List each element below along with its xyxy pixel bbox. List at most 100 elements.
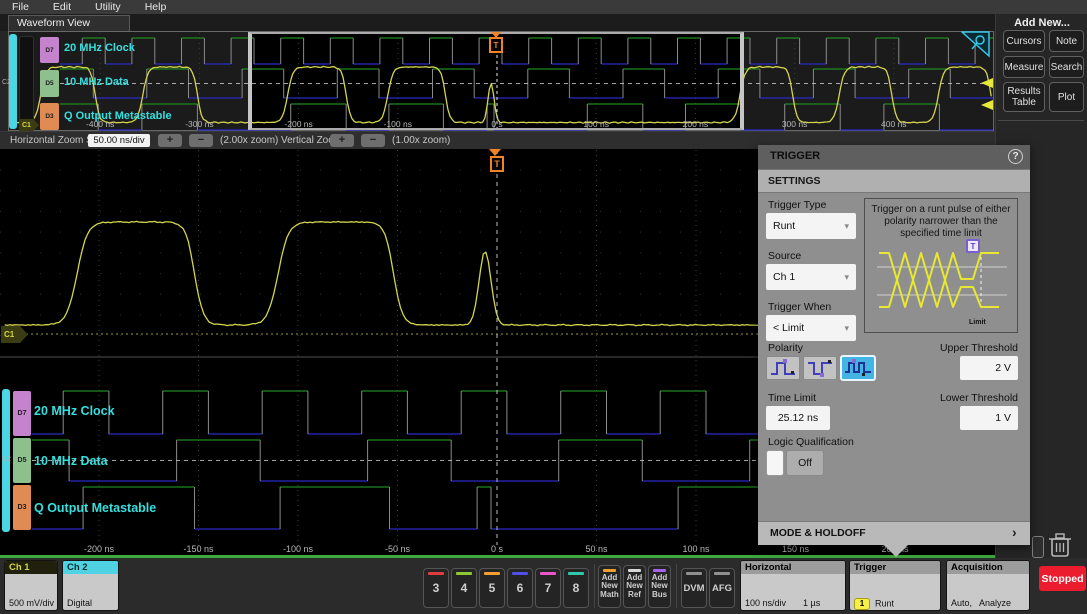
note-button[interactable]: Note — [1049, 30, 1084, 52]
plot-button[interactable]: Plot — [1049, 82, 1084, 112]
mode-holdoff-section[interactable]: MODE & HOLDOFF › — [758, 521, 1030, 545]
time-limit-field[interactable]: 25.12 ns — [766, 406, 830, 430]
lower-threshold-field[interactable]: 1 V — [960, 406, 1018, 430]
add-new-bus-button[interactable]: Add New Bus — [648, 565, 671, 608]
zoom-mode-button[interactable] — [1032, 536, 1044, 558]
search-button[interactable]: Search — [1049, 56, 1084, 78]
panel-divider — [998, 120, 1084, 121]
main-d7-badge[interactable]: D7 — [13, 391, 31, 436]
ch2-badge[interactable]: Ch 2 Digital : 2 V — [62, 560, 119, 611]
tab-bar: Waveform View — [0, 14, 995, 31]
main-d7-label: 20 MHz Clock — [34, 404, 115, 418]
channel-4-button[interactable]: 4 — [451, 568, 477, 608]
overview-d7-badge[interactable]: D7 — [40, 37, 59, 63]
horizontal-duration: 1 µs — [803, 598, 821, 609]
lower-threshold-arrow-icon[interactable] — [981, 100, 993, 110]
vertical-zoom-factor: (1.00x zoom) — [392, 135, 451, 146]
time-limit-label: Time Limit — [768, 392, 817, 404]
horizontal-zoom-minus-button[interactable]: − — [189, 134, 213, 147]
afg-button[interactable]: AFG — [709, 568, 735, 608]
logic-off-button[interactable]: Off — [786, 450, 824, 476]
measure-button[interactable]: Measure — [1003, 56, 1045, 78]
logic-toggle-slider[interactable] — [766, 450, 784, 476]
upper-threshold-arrow-icon[interactable] — [981, 78, 993, 88]
diagram-limit-label: Limit — [969, 319, 986, 326]
acquisition-badge[interactable]: Acquisition Auto, Analyze High Res: 13 b… — [946, 560, 1030, 611]
dvm-button[interactable]: DVM — [681, 568, 707, 608]
overview-c2-marker[interactable]: C2 — [2, 79, 11, 86]
trigger-badge[interactable]: Trigger 1 Runt < 25.12 ns U: 2 V L: 1 V — [849, 560, 941, 611]
overview-d3-badge[interactable]: D3 — [40, 103, 59, 130]
overview-d7-label: 20 MHz Clock — [64, 42, 135, 54]
tab-waveform-view[interactable]: Waveform View — [8, 15, 130, 31]
horizontal-badge[interactable]: Horizontal 100 ns/div1 µs SR: 1.25 GS/s8… — [740, 560, 846, 611]
add-new-math-button[interactable]: Add New Math — [598, 565, 621, 608]
vertical-zoom-plus-button[interactable]: + — [330, 134, 354, 147]
upper-threshold-label: Upper Threshold — [939, 342, 1018, 354]
cursors-button[interactable]: Cursors — [1003, 30, 1045, 52]
main-trigger-flag-icon[interactable]: T — [490, 156, 504, 172]
ch1-badge[interactable]: Ch 1 500 mV/div DS 500 MHz — [4, 560, 58, 611]
logic-qualification-label: Logic Qualification — [768, 436, 854, 448]
ch1-scale: 500 mV/div — [9, 598, 55, 609]
toolbar-divider — [676, 564, 677, 608]
menu-file[interactable]: File — [12, 1, 29, 13]
polarity-label: Polarity — [768, 342, 804, 354]
source-dropdown[interactable]: Ch 1 ▾ — [766, 264, 856, 290]
ch2-type: Digital — [67, 598, 93, 609]
overview-trigger-flag-icon[interactable]: T — [489, 37, 503, 53]
trigger-help-infobox: Trigger on a runt pulse of either polari… — [864, 198, 1018, 333]
channel-3-color — [428, 572, 444, 575]
math-color — [603, 569, 616, 572]
add-new-title: Add New... — [1014, 17, 1070, 29]
trigger-when-dropdown[interactable]: < Limit ▾ — [766, 315, 856, 341]
polarity-positive-button[interactable] — [766, 356, 800, 380]
trigger-when-label: Trigger When — [768, 301, 832, 313]
channel-3-button[interactable]: 3 — [423, 568, 449, 608]
trash-icon[interactable] — [1045, 531, 1075, 559]
menu-utility[interactable]: Utility — [95, 1, 121, 13]
bottom-status-bar: Ch 1 500 mV/div DS 500 MHz Ch 2 Digital … — [0, 558, 1087, 614]
channel-4-color — [456, 572, 472, 575]
vertical-zoom-minus-button[interactable]: − — [361, 134, 385, 147]
help-icon[interactable]: ? — [1008, 149, 1023, 164]
trigger-panel-header[interactable]: TRIGGER ? — [758, 145, 1030, 169]
results-table-button[interactable]: Results Table — [1003, 82, 1045, 112]
stopped-button[interactable]: Stopped — [1039, 566, 1086, 591]
main-d5-label: 10 MHz Data — [34, 454, 108, 468]
acquisition-mode: Auto, Analyze — [951, 598, 1012, 609]
upper-threshold-field[interactable]: 2 V — [960, 356, 1018, 380]
channel-7-label: 7 — [544, 581, 552, 595]
menu-edit[interactable]: Edit — [53, 1, 71, 13]
channel-7-button[interactable]: 7 — [535, 568, 561, 608]
channel-6-color — [512, 572, 528, 575]
horizontal-zoom-plus-button[interactable]: + — [158, 134, 182, 147]
channel-6-button[interactable]: 6 — [507, 568, 533, 608]
trigger-type-label: Trigger Type — [768, 199, 827, 211]
main-trigger-arrow-icon[interactable] — [489, 149, 501, 156]
main-d3-label: Q Output Metastable — [34, 501, 157, 515]
toolbar-divider — [594, 564, 595, 608]
main-d5-badge[interactable]: D5 — [13, 438, 31, 483]
trigger-type-dropdown[interactable]: Runt ▾ — [766, 213, 856, 239]
channel-5-button[interactable]: 5 — [479, 568, 505, 608]
add-new-ref-button[interactable]: Add New Ref — [623, 565, 646, 608]
draw-zoom-icon[interactable] — [961, 31, 991, 58]
trigger-type-value: Runt — [773, 220, 796, 232]
polarity-either-button[interactable] — [840, 355, 876, 381]
menu-help[interactable]: Help — [145, 1, 167, 13]
polarity-negative-button[interactable] — [803, 356, 837, 380]
ch1-badge-title: Ch 1 — [5, 561, 57, 574]
positive-runt-icon — [771, 359, 795, 375]
overview-group-handle[interactable] — [19, 36, 34, 129]
overview-d5-badge[interactable]: D5 — [40, 70, 59, 97]
ch2-badge-title: Ch 2 — [63, 561, 118, 574]
horizontal-zoom-scale-input[interactable]: 50.00 ns/div — [88, 134, 150, 147]
channel-5-label: 5 — [488, 581, 496, 595]
overview-d5-label: 10 MHz Data — [64, 76, 129, 88]
trigger-when-value: < Limit — [773, 322, 805, 334]
main-d3-badge[interactable]: D3 — [13, 485, 31, 530]
channel-8-button[interactable]: 8 — [563, 568, 589, 608]
main-c2-marker[interactable]: C2 — [2, 456, 11, 463]
add-ref-label: Add New Ref — [626, 572, 643, 599]
